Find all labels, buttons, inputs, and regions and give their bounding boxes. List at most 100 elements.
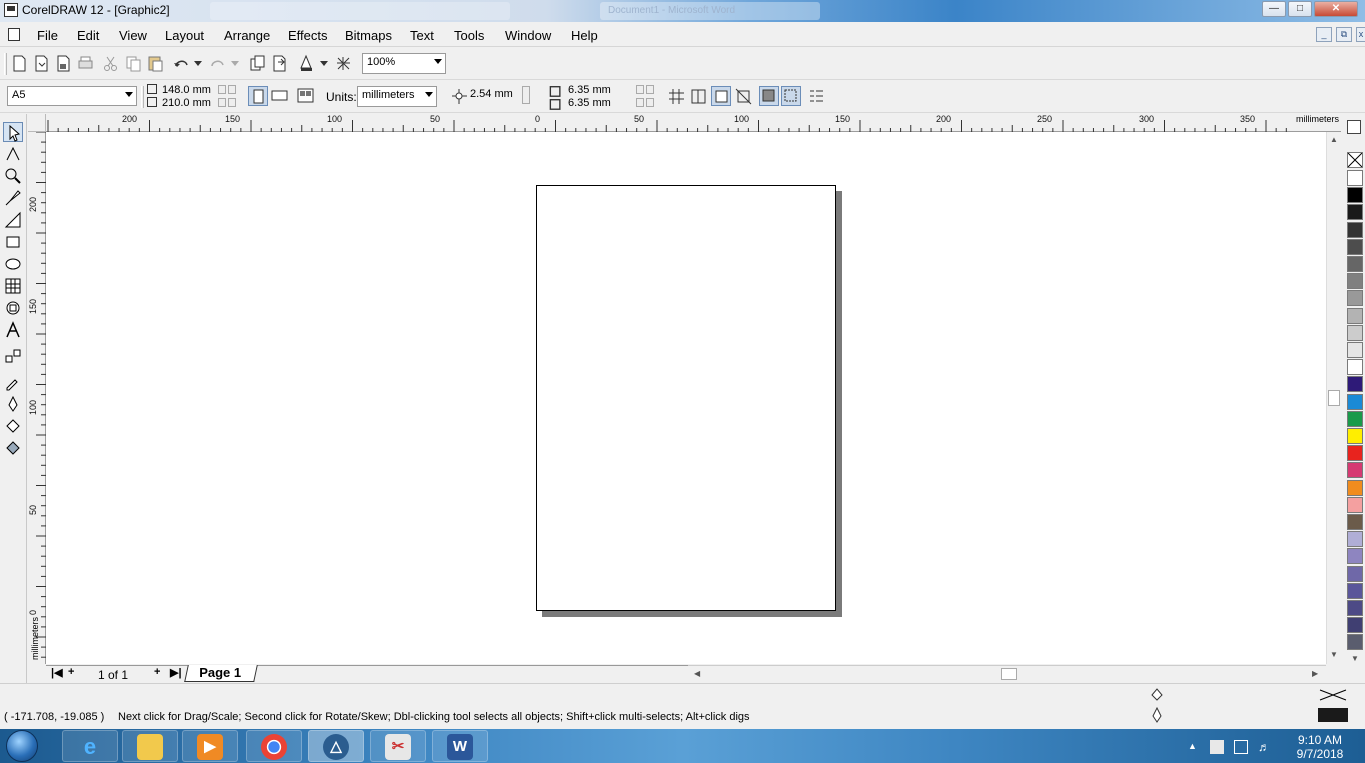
landscape-button[interactable] (270, 86, 289, 105)
last-page-icon[interactable]: ▶| (170, 666, 182, 679)
application-launcher-icon[interactable] (297, 54, 316, 73)
portrait-button[interactable] (248, 86, 268, 106)
menu-edit[interactable]: Edit (77, 28, 99, 43)
menu-layout[interactable]: Layout (165, 28, 204, 43)
graph-paper-tool-icon[interactable] (3, 276, 23, 296)
print-icon[interactable] (76, 54, 95, 73)
tray-expand-icon[interactable]: ▲ (1188, 741, 1197, 751)
pick-tool-icon[interactable] (3, 122, 23, 142)
color-swatch[interactable] (1347, 238, 1363, 255)
color-swatch[interactable] (1347, 445, 1363, 462)
drawing-canvas[interactable] (46, 132, 1326, 664)
cut-icon[interactable] (101, 54, 120, 73)
snap-to-objects-icon[interactable] (711, 86, 731, 106)
menu-arrange[interactable]: Arrange (224, 28, 270, 43)
color-swatch[interactable] (1347, 565, 1363, 582)
color-swatch[interactable] (1347, 617, 1363, 634)
color-swatch[interactable] (1347, 479, 1363, 496)
ruler-corner[interactable] (28, 114, 46, 132)
paper-width-field[interactable]: 148.0 mm (162, 84, 211, 96)
color-swatch[interactable] (1347, 582, 1363, 599)
palette-options-icon[interactable] (1347, 120, 1361, 134)
no-color-swatch[interactable] (1347, 152, 1363, 168)
scroll-down-arrow-icon[interactable]: ▼ (1330, 650, 1338, 659)
duplicate-distance-x-field[interactable]: 6.35 mm (568, 84, 611, 96)
paper-size-select[interactable]: A5 (7, 86, 137, 106)
snap-to-grid-icon[interactable] (667, 87, 686, 106)
taskbar-chrome-icon[interactable] (246, 730, 302, 762)
taskbar-ie-icon[interactable]: e (62, 730, 118, 762)
export-icon[interactable] (270, 54, 289, 73)
toolbar-grip[interactable] (4, 53, 7, 75)
color-swatch[interactable] (1347, 290, 1363, 307)
scroll-right-arrow-icon[interactable]: ▶ (1312, 669, 1318, 678)
menu-bitmaps[interactable]: Bitmaps (345, 28, 392, 43)
color-swatch[interactable] (1347, 170, 1363, 186)
fill-none-swatch[interactable] (1318, 688, 1348, 702)
color-swatch[interactable] (1347, 514, 1363, 530)
basic-shapes-tool-icon[interactable] (3, 298, 23, 318)
interactive-blend-tool-icon[interactable] (3, 346, 23, 366)
page-tab[interactable]: Page 1 (184, 665, 258, 682)
color-swatch[interactable] (1347, 393, 1363, 410)
interactive-fill-tool-icon[interactable] (3, 438, 23, 458)
close-button[interactable]: ✕ (1314, 1, 1358, 17)
doc-restore-button[interactable]: ⧉ (1336, 27, 1352, 42)
duplicate-x-spinner[interactable] (636, 85, 644, 94)
menu-view[interactable]: View (119, 28, 147, 43)
duplicate-distance-y-field[interactable]: 6.35 mm (568, 97, 611, 109)
app-icon[interactable] (4, 3, 18, 17)
outline-indicator-icon[interactable] (1150, 706, 1164, 723)
height-lock-icon[interactable] (228, 98, 236, 107)
vertical-ruler[interactable]: 200 150 100 50 0 millimeters (28, 132, 46, 664)
zoom-tool-icon[interactable] (3, 166, 23, 186)
tray-action-center-icon[interactable] (1210, 740, 1224, 754)
taskbar-snipping-tool-icon[interactable]: ✂ (370, 730, 426, 762)
undo-dropdown-arrow[interactable] (194, 61, 202, 66)
fill-tool-icon[interactable] (3, 416, 23, 436)
add-page-before-icon[interactable]: + (68, 666, 74, 678)
page-layout-icon[interactable] (296, 86, 315, 105)
doc-close-button[interactable]: x (1356, 27, 1365, 42)
draw-selection-icon[interactable] (781, 86, 801, 106)
tray-volume-icon[interactable]: ♬ (1258, 740, 1272, 754)
menu-text[interactable]: Text (410, 28, 434, 43)
outline-tool-icon[interactable] (3, 394, 23, 414)
redo-dropdown-arrow[interactable] (231, 61, 239, 66)
color-swatch[interactable] (1347, 273, 1363, 290)
nudge-spinner[interactable] (522, 86, 530, 104)
vertical-scroll-thumb[interactable] (1328, 390, 1340, 406)
start-button[interactable] (6, 730, 38, 762)
color-swatch[interactable] (1347, 342, 1363, 358)
eyedropper-tool-icon[interactable] (3, 372, 23, 392)
doc-minimize-button[interactable]: _ (1316, 27, 1332, 42)
taskbar-media-player-icon[interactable]: ▶ (182, 730, 238, 762)
color-swatch[interactable] (1347, 600, 1363, 616)
color-swatch[interactable] (1347, 548, 1363, 565)
rectangle-tool-icon[interactable] (3, 232, 23, 252)
menu-tools[interactable]: Tools (454, 28, 484, 43)
width-spinner[interactable] (218, 85, 226, 94)
new-document-icon[interactable] (10, 54, 29, 73)
nudge-field[interactable]: 2.54 mm (466, 86, 518, 107)
open-icon[interactable] (32, 54, 51, 73)
options-icon[interactable] (807, 87, 826, 106)
horizontal-scroll-thumb[interactable] (1001, 668, 1017, 680)
color-swatch[interactable] (1347, 531, 1363, 548)
copy-icon[interactable] (124, 54, 143, 73)
color-swatch[interactable] (1347, 256, 1363, 272)
fill-indicator-icon[interactable] (1150, 687, 1164, 701)
treat-as-filled-icon[interactable] (759, 86, 779, 106)
duplicate-y-spinner[interactable] (636, 98, 644, 107)
document-icon[interactable] (8, 28, 20, 41)
dynamic-guides-icon[interactable] (734, 87, 753, 106)
color-swatch[interactable] (1347, 204, 1363, 221)
add-page-after-icon[interactable]: + (154, 666, 160, 678)
zoom-level-select[interactable]: 100% (362, 53, 446, 74)
save-icon[interactable] (54, 54, 73, 73)
taskbar-coreldraw-icon[interactable]: △ (308, 730, 364, 762)
launcher-dropdown-arrow[interactable] (320, 61, 328, 66)
menu-window[interactable]: Window (505, 28, 551, 43)
color-swatch[interactable] (1347, 221, 1363, 238)
color-swatch[interactable] (1347, 187, 1363, 204)
